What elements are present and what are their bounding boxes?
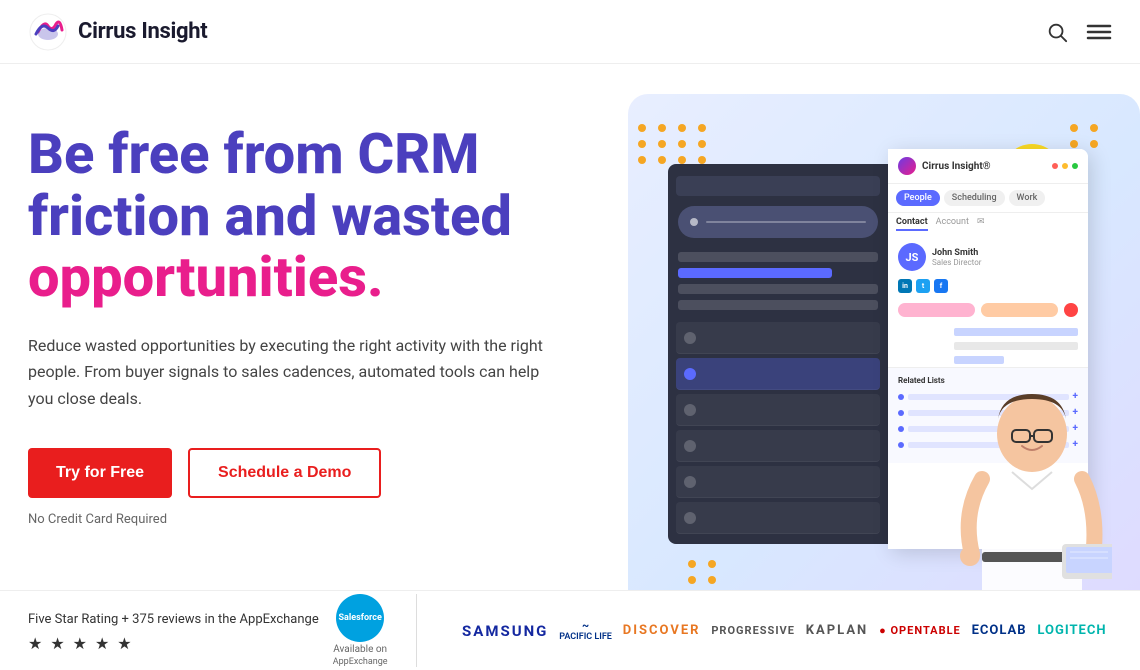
brand-progressive: PROGRESSIVE xyxy=(711,624,795,637)
gmail-email-row-4 xyxy=(676,430,880,462)
heading-line2: friction and wasted xyxy=(28,183,512,249)
contact-name: John Smith xyxy=(932,248,1078,258)
brand-logos-section: SAMSUNG ~ PACIFIC LIFE DISCOVER PROGRESS… xyxy=(437,619,1112,642)
heading-line1: Be free from CRM xyxy=(28,121,479,187)
person-image xyxy=(952,334,1112,614)
gmail-nav-item-1 xyxy=(678,252,878,262)
hero-subtext: Reduce wasted opportunities by executing… xyxy=(28,333,548,412)
gmail-nav-item-3 xyxy=(678,284,878,294)
cirrus-logo-icon xyxy=(28,12,68,52)
score-bar-2 xyxy=(981,303,1058,317)
hamburger-icon xyxy=(1086,21,1112,43)
gmail-sidebar-mock xyxy=(668,164,888,544)
brand-pacific-life: ~ PACIFIC LIFE xyxy=(559,619,612,642)
contact-avatar: JS xyxy=(898,243,926,271)
score-alert xyxy=(1064,303,1078,317)
brand-kaplan: KAPLAN xyxy=(806,623,868,638)
gmail-email-row-1 xyxy=(676,322,880,354)
panel-tabs: People Scheduling Work xyxy=(888,184,1088,213)
contact-info: John Smith Sales Director xyxy=(932,248,1078,267)
hero-section: Be free from CRM friction and wasted opp… xyxy=(0,64,1140,670)
gmail-email-row-2 xyxy=(676,358,880,390)
sf-sublabel: AppExchange xyxy=(333,657,388,667)
logo[interactable]: Cirrus Insight xyxy=(28,12,207,52)
social-icons-row: in t f xyxy=(888,279,1088,299)
star-rating: ★ ★ ★ ★ ★ xyxy=(28,634,319,653)
twitter-icon: t xyxy=(916,279,930,293)
schedule-demo-button[interactable]: Schedule a Demo xyxy=(188,448,381,498)
tab-people: People xyxy=(896,190,940,206)
panel-header: Cirrus Insight® xyxy=(888,149,1088,184)
gmail-nav-item-2 xyxy=(678,268,832,278)
linkedin-icon: in xyxy=(898,279,912,293)
sf-text: Salesforce xyxy=(339,613,382,624)
contact-initials: JS xyxy=(906,251,919,264)
tab-scheduling: Scheduling xyxy=(944,190,1005,206)
hero-left: Be free from CRM friction and wasted opp… xyxy=(28,114,608,527)
gmail-email-row-3 xyxy=(676,394,880,426)
cta-buttons: Try for Free Schedule a Demo xyxy=(28,448,608,498)
contact-avatar-row: JS John Smith Sales Director xyxy=(888,235,1088,279)
contact-title: Sales Director xyxy=(932,258,1078,267)
panel-logo-circle xyxy=(898,157,916,175)
no-credit-card-text: No Credit Card Required xyxy=(28,512,608,527)
minimize-dot xyxy=(1062,163,1068,169)
search-icon xyxy=(1046,21,1068,43)
search-button[interactable] xyxy=(1046,21,1068,43)
score-row xyxy=(888,299,1088,325)
salesforce-badge: Salesforce Available on AppExchange xyxy=(333,594,388,667)
review-section: Five Star Rating + 375 reviews in the Ap… xyxy=(28,594,417,667)
review-text: Five Star Rating + 375 reviews in the Ap… xyxy=(28,612,319,627)
brand-opentable: ● OpenTable xyxy=(879,624,961,637)
gmail-compose xyxy=(678,206,878,238)
sf-label: Available on xyxy=(333,644,387,655)
brand-discover: DISCOVER xyxy=(623,623,701,638)
panel-logo-row: Cirrus Insight® xyxy=(898,157,991,175)
try-free-button[interactable]: Try for Free xyxy=(28,448,172,498)
hero-right: Cirrus Insight® People Scheduling Work C… xyxy=(608,114,1112,634)
gmail-top-bar xyxy=(676,176,880,196)
panel-logo-text: Cirrus Insight® xyxy=(922,161,991,172)
hero-heading: Be free from CRM friction and wasted opp… xyxy=(28,124,608,309)
brand-logitech: logitech xyxy=(1037,623,1106,638)
brand-samsung: SAMSUNG xyxy=(462,622,548,640)
gmail-nav-item-4 xyxy=(678,300,878,310)
tab-work: Work xyxy=(1009,190,1046,206)
panel-window-controls xyxy=(1052,163,1078,169)
score-bar-1 xyxy=(898,303,975,317)
expand-dot xyxy=(1072,163,1078,169)
section-account: Account xyxy=(936,217,969,231)
bottom-bar: Five Star Rating + 375 reviews in the Ap… xyxy=(0,590,1140,670)
close-dot xyxy=(1052,163,1058,169)
nav-actions xyxy=(1046,21,1112,43)
logo-text: Cirrus Insight xyxy=(78,19,207,44)
facebook-icon: f xyxy=(934,279,948,293)
section-email-icon: ✉ xyxy=(977,217,985,231)
navbar: Cirrus Insight xyxy=(0,0,1140,64)
section-contact: Contact xyxy=(896,217,928,231)
brand-ecolab: ECOLAB xyxy=(972,623,1027,638)
menu-button[interactable] xyxy=(1086,21,1112,43)
gmail-email-row-5 xyxy=(676,466,880,498)
salesforce-circle: Salesforce xyxy=(336,594,384,642)
gmail-email-row-6 xyxy=(676,502,880,534)
heading-line3: opportunities. xyxy=(28,244,384,310)
review-text-block: Five Star Rating + 375 reviews in the Ap… xyxy=(28,608,319,652)
person-svg xyxy=(952,334,1112,614)
